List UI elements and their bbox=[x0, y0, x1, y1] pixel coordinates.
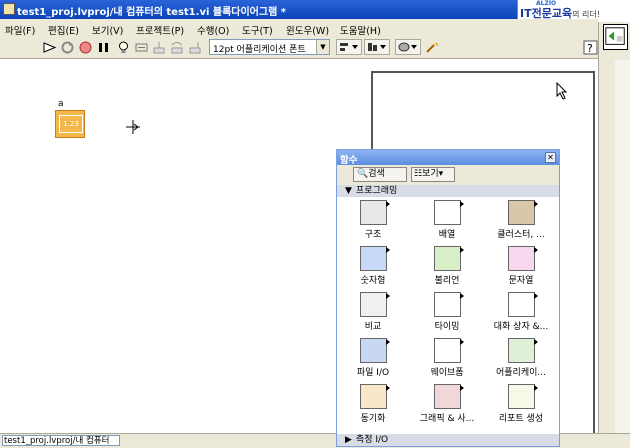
retain-wire-values-button[interactable] bbox=[134, 40, 149, 55]
collapse-triangle-icon: ▶ bbox=[345, 435, 352, 445]
list-view-icon: ☷ bbox=[414, 169, 423, 179]
menu-view[interactable]: 보기(V) bbox=[92, 23, 123, 37]
string-icon bbox=[508, 246, 538, 271]
close-icon[interactable]: ✕ bbox=[545, 152, 556, 163]
menu-file[interactable]: 파일(F) bbox=[5, 23, 35, 37]
step-over-icon bbox=[171, 42, 183, 54]
palette-item-waveform[interactable]: 웨이브폼 bbox=[411, 336, 483, 381]
menu-bar: 파일(F) 편집(E) 보기(V) 프로젝트(P) 수행(O) 도구(T) 윈도… bbox=[0, 19, 598, 37]
timing-icon bbox=[434, 292, 464, 317]
palette-item-array[interactable]: 배열 bbox=[411, 198, 483, 243]
menu-edit[interactable]: 편집(E) bbox=[48, 23, 79, 37]
vertical-scrollbar[interactable] bbox=[615, 60, 630, 433]
file-io-icon bbox=[360, 338, 390, 363]
menu-help[interactable]: 도움말(H) bbox=[340, 23, 381, 37]
stop-icon bbox=[79, 41, 92, 54]
vi-icon[interactable] bbox=[603, 24, 628, 50]
numeric-icon bbox=[360, 246, 390, 271]
step-into-icon bbox=[153, 42, 165, 54]
distribute-icon bbox=[368, 43, 386, 51]
palette-item-string[interactable]: 문자열 bbox=[485, 244, 557, 289]
palette-title: 함수 bbox=[340, 155, 358, 166]
menu-project[interactable]: 프로젝트(P) bbox=[136, 23, 184, 37]
category-programming[interactable]: ▼ 프로그래밍 bbox=[337, 185, 559, 197]
graphics-sound-icon bbox=[434, 384, 464, 409]
pause-button[interactable] bbox=[96, 40, 111, 55]
chevron-down-icon: ▾ bbox=[438, 169, 444, 179]
distribute-objects-dropdown[interactable] bbox=[364, 39, 390, 55]
labview-app-icon bbox=[3, 3, 15, 15]
category-measurement-io[interactable]: ▶ 측정 I/O bbox=[337, 434, 559, 446]
wiring-cursor-icon bbox=[124, 118, 142, 139]
array-icon bbox=[434, 200, 464, 225]
palette-item-cluster[interactable]: 클러스터, ... bbox=[485, 198, 557, 243]
menu-window[interactable]: 윈도우(W) bbox=[286, 23, 329, 37]
pause-icon bbox=[99, 43, 108, 52]
search-icon: 🔍 bbox=[357, 169, 369, 179]
step-over-button[interactable] bbox=[170, 40, 185, 55]
clean-up-diagram-button[interactable] bbox=[425, 40, 440, 55]
run-continuously-button[interactable] bbox=[60, 40, 75, 55]
run-continuously-icon bbox=[61, 41, 74, 54]
step-out-button[interactable] bbox=[188, 40, 203, 55]
project-path: test1_proj.lvproj/내 컴퓨터 bbox=[2, 435, 120, 446]
run-arrow-button[interactable] bbox=[42, 40, 57, 55]
step-out-icon bbox=[189, 42, 201, 54]
menu-tools[interactable]: 도구(T) bbox=[242, 23, 273, 37]
vi-icon-image bbox=[605, 27, 625, 45]
boolean-icon bbox=[434, 246, 464, 271]
application-icon bbox=[508, 338, 538, 363]
menu-operate[interactable]: 수행(O) bbox=[197, 23, 229, 37]
help-icon: ? bbox=[583, 40, 598, 55]
cluster-icon bbox=[508, 200, 538, 225]
functions-palette: 함수 ✕ 🔍검색 ☷보기▾ ▼ 프로그래밍 구조 배열 클러스터, ... 숫자형… bbox=[336, 149, 560, 447]
palette-item-file-io[interactable]: 파일 I/O bbox=[337, 336, 409, 381]
align-objects-dropdown[interactable] bbox=[336, 39, 362, 55]
palette-item-dialog[interactable]: 대화 상자 &... bbox=[485, 290, 557, 335]
report-icon bbox=[508, 384, 538, 409]
comparison-icon bbox=[360, 292, 390, 317]
numeric-control-terminal[interactable]: 1.23 bbox=[55, 110, 85, 138]
window-title: test1_proj.lvproj/내 컴퓨터의 test1.vi 블록다이어그… bbox=[17, 7, 286, 18]
chevron-down-icon: ▼ bbox=[316, 40, 329, 54]
palette-item-graphics-sound[interactable]: 그래픽 & 사... bbox=[411, 382, 483, 427]
structure-icon bbox=[360, 200, 390, 225]
palette-title-bar[interactable]: 함수 ✕ bbox=[337, 150, 559, 166]
palette-item-boolean[interactable]: 불리언 bbox=[411, 244, 483, 289]
run-arrow-icon bbox=[43, 42, 57, 53]
palette-item-synchronization[interactable]: 동기화 bbox=[337, 382, 409, 427]
palette-toolbar: 🔍검색 ☷보기▾ bbox=[337, 165, 559, 185]
palette-search-button[interactable]: 🔍검색 bbox=[353, 167, 407, 182]
dbl-indicator: 1.23 bbox=[59, 115, 83, 133]
context-help-button[interactable]: ? bbox=[583, 40, 598, 55]
dialog-icon bbox=[508, 292, 538, 317]
lightbulb-icon bbox=[119, 41, 128, 53]
probe-icon bbox=[135, 43, 148, 52]
palette-view-button[interactable]: ☷보기▾ bbox=[411, 167, 455, 182]
cleanup-icon bbox=[426, 43, 438, 53]
expand-triangle-icon: ▼ bbox=[345, 186, 352, 196]
svg-text:?: ? bbox=[587, 42, 593, 55]
palette-item-comparison[interactable]: 비교 bbox=[337, 290, 409, 335]
waveform-icon bbox=[434, 338, 464, 363]
font-select[interactable]: 12pt 어플리케이션 폰트 ▼ bbox=[209, 39, 330, 55]
toolbar: 12pt 어플리케이션 폰트 ▼ ? bbox=[0, 37, 598, 59]
font-select-value: 12pt 어플리케이션 폰트 bbox=[213, 45, 306, 55]
palette-grid: 구조 배열 클러스터, ... 숫자형 불리언 문자열 비교 타이밍 대화 상자… bbox=[337, 198, 559, 433]
palette-item-numeric[interactable]: 숫자형 bbox=[337, 244, 409, 289]
align-icon bbox=[340, 43, 358, 51]
reorder-icon bbox=[398, 42, 417, 52]
step-into-button[interactable] bbox=[152, 40, 167, 55]
mouse-pointer-icon bbox=[556, 81, 568, 103]
abort-button[interactable] bbox=[78, 40, 93, 55]
highlight-execution-button[interactable] bbox=[116, 40, 131, 55]
palette-item-timing[interactable]: 타이밍 bbox=[411, 290, 483, 335]
reorder-dropdown[interactable] bbox=[395, 39, 421, 55]
palette-item-report[interactable]: 리포트 생성 bbox=[485, 382, 557, 427]
control-label[interactable]: a bbox=[58, 99, 64, 109]
synchronization-icon bbox=[360, 384, 390, 409]
palette-item-application[interactable]: 어플리케이... bbox=[485, 336, 557, 381]
palette-item-structure[interactable]: 구조 bbox=[337, 198, 409, 243]
